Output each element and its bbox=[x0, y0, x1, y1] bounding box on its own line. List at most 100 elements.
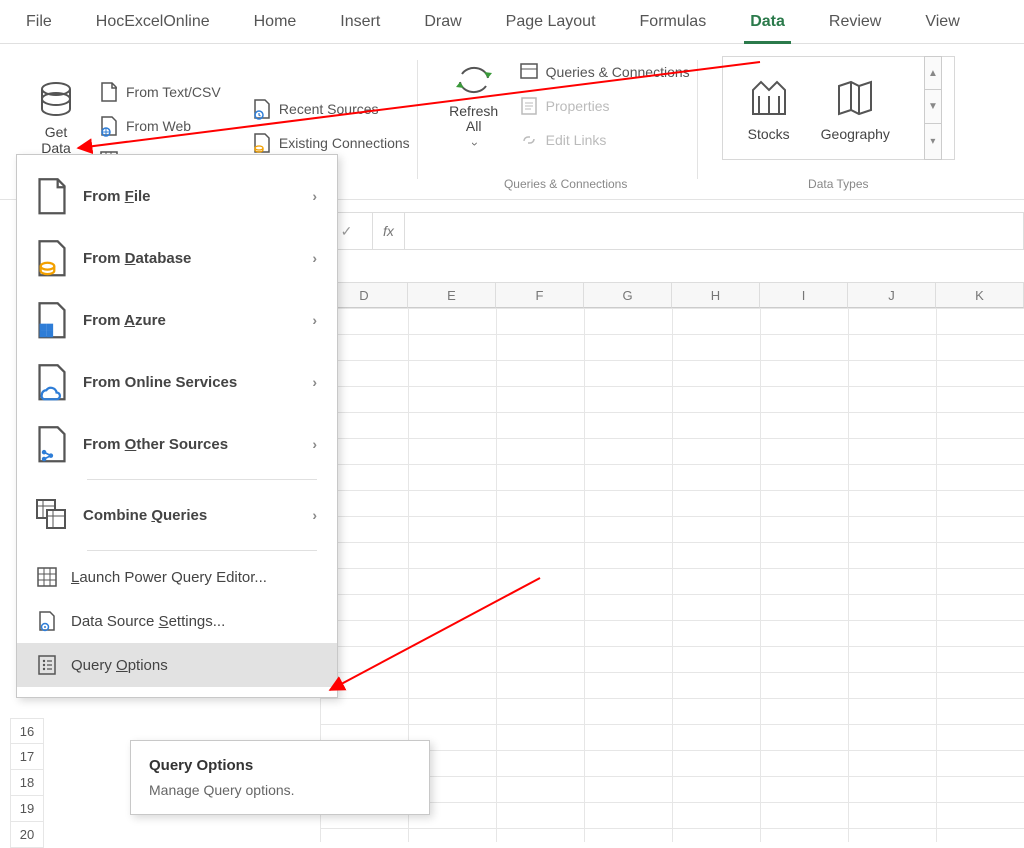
ribbon-group-queries-connections: Refresh All Queries & Connections Proper… bbox=[434, 56, 698, 193]
options-icon bbox=[35, 653, 59, 677]
col-header-h[interactable]: H bbox=[672, 282, 760, 308]
ribbon-group-data-types: Stocks Geography ▲ ▼ ▾ Data Types bbox=[714, 56, 963, 193]
edit-links-button: Edit Links bbox=[518, 126, 690, 154]
col-header-j[interactable]: J bbox=[848, 282, 936, 308]
power-query-icon bbox=[35, 565, 59, 589]
chevron-right-icon: › bbox=[312, 312, 317, 328]
menu-launch-power-query-label: Launch Power Query Editor... bbox=[71, 569, 267, 586]
refresh-icon bbox=[456, 60, 492, 100]
menu-from-other-sources[interactable]: From Other Sources › bbox=[17, 413, 337, 475]
formula-input[interactable] bbox=[405, 213, 1023, 249]
tab-home[interactable]: Home bbox=[248, 5, 303, 44]
stocks-label: Stocks bbox=[748, 126, 790, 142]
data-types-group-label: Data Types bbox=[808, 177, 868, 193]
fx-label[interactable]: fx bbox=[373, 213, 405, 249]
tab-insert[interactable]: Insert bbox=[334, 5, 386, 44]
file-azure-icon bbox=[35, 303, 69, 337]
menu-from-file[interactable]: From File › bbox=[17, 165, 337, 227]
existing-connections-label: Existing Connections bbox=[279, 135, 410, 151]
recent-sources-button[interactable]: Recent Sources bbox=[251, 95, 410, 123]
properties-button: Properties bbox=[518, 92, 690, 120]
row-headers: 16 17 18 19 20 bbox=[10, 718, 44, 848]
row-header-18[interactable]: 18 bbox=[10, 770, 44, 796]
tab-data[interactable]: Data bbox=[744, 5, 791, 44]
qc-small-list: Queries & Connections Properties Edit Li… bbox=[518, 56, 690, 154]
tooltip-title: Query Options bbox=[149, 757, 411, 774]
menu-separator bbox=[87, 479, 317, 480]
tab-hocexcelonline[interactable]: HocExcelOnline bbox=[90, 5, 216, 44]
tooltip-body: Manage Query options. bbox=[149, 782, 411, 798]
stocks-button[interactable]: Stocks bbox=[745, 74, 793, 142]
globe-icon bbox=[98, 115, 120, 137]
menu-combine-queries[interactable]: Combine Queries › bbox=[17, 484, 337, 546]
gallery-up-button[interactable]: ▲ bbox=[924, 56, 942, 90]
gallery-down-button[interactable]: ▼ bbox=[924, 90, 942, 124]
row-header-19[interactable]: 19 bbox=[10, 796, 44, 822]
queries-connections-label: Queries & Connections bbox=[546, 64, 690, 80]
file-cloud-icon bbox=[35, 365, 69, 399]
properties-label: Properties bbox=[546, 98, 610, 114]
col-header-f[interactable]: F bbox=[496, 282, 584, 308]
tab-view[interactable]: View bbox=[919, 5, 965, 44]
row-header-17[interactable]: 17 bbox=[10, 744, 44, 770]
from-web-label: From Web bbox=[126, 118, 191, 134]
menu-launch-power-query[interactable]: Launch Power Query Editor... bbox=[17, 555, 337, 599]
row-header-16[interactable]: 16 bbox=[10, 718, 44, 744]
ribbon-tabs: File HocExcelOnline Home Insert Draw Pag… bbox=[0, 0, 1024, 44]
menu-separator bbox=[87, 550, 317, 551]
qc-group-label: Queries & Connections bbox=[504, 177, 627, 193]
menu-from-online-services[interactable]: From Online Services › bbox=[17, 351, 337, 413]
menu-from-azure[interactable]: From Azure › bbox=[17, 289, 337, 351]
queries-connections-button[interactable]: Queries & Connections bbox=[518, 58, 690, 86]
tab-file[interactable]: File bbox=[20, 5, 58, 44]
geography-button[interactable]: Geography bbox=[821, 74, 890, 142]
check-icon[interactable]: ✓ bbox=[341, 223, 353, 240]
chevron-right-icon: › bbox=[312, 188, 317, 204]
link-icon bbox=[518, 129, 540, 151]
recent-sources-label: Recent Sources bbox=[279, 101, 379, 117]
row-header-20[interactable]: 20 bbox=[10, 822, 44, 848]
menu-data-source-settings-label: Data Source Settings... bbox=[71, 613, 225, 630]
tab-formulas[interactable]: Formulas bbox=[634, 5, 713, 44]
menu-from-database-label: From Database bbox=[83, 250, 191, 267]
existing-connections-button[interactable]: Existing Connections bbox=[251, 129, 410, 157]
tab-review[interactable]: Review bbox=[823, 5, 887, 44]
chevron-right-icon: › bbox=[312, 374, 317, 390]
connection-icon bbox=[251, 132, 273, 154]
stocks-icon bbox=[745, 74, 793, 122]
data-types-gallery: Stocks Geography ▲ ▼ ▾ bbox=[722, 56, 955, 160]
file-other-icon bbox=[35, 427, 69, 461]
clock-icon bbox=[251, 98, 273, 120]
menu-combine-queries-label: Combine Queries bbox=[83, 507, 207, 524]
menu-query-options[interactable]: Query Options bbox=[17, 643, 337, 687]
tab-page-layout[interactable]: Page Layout bbox=[500, 5, 602, 44]
from-text-csv-label: From Text/CSV bbox=[126, 84, 221, 100]
settings-icon bbox=[35, 609, 59, 633]
map-icon bbox=[831, 74, 879, 122]
menu-from-other-sources-label: From Other Sources bbox=[83, 436, 228, 453]
refresh-all-button[interactable]: Refresh All bbox=[442, 56, 506, 154]
col-header-e[interactable]: E bbox=[408, 282, 496, 308]
col-header-k[interactable]: K bbox=[936, 282, 1024, 308]
col-header-i[interactable]: I bbox=[760, 282, 848, 308]
from-web-button[interactable]: From Web bbox=[98, 112, 241, 140]
gallery-more-button[interactable]: ▾ bbox=[924, 124, 942, 160]
tab-draw[interactable]: Draw bbox=[418, 5, 467, 44]
get-transform-small-list2: Recent Sources Existing Connections bbox=[251, 93, 410, 157]
chevron-right-icon: › bbox=[312, 507, 317, 523]
column-headers: D E F G H I J K bbox=[320, 282, 1024, 308]
col-header-g[interactable]: G bbox=[584, 282, 672, 308]
formula-bar: ✓ fx bbox=[320, 212, 1024, 250]
from-text-csv-button[interactable]: From Text/CSV bbox=[98, 78, 241, 106]
chevron-right-icon: › bbox=[312, 436, 317, 452]
database-icon bbox=[38, 81, 74, 121]
query-options-tooltip: Query Options Manage Query options. bbox=[130, 740, 430, 815]
file-text-icon bbox=[98, 81, 120, 103]
menu-data-source-settings[interactable]: Data Source Settings... bbox=[17, 599, 337, 643]
file-db-icon bbox=[35, 241, 69, 275]
menu-from-online-services-label: From Online Services bbox=[83, 374, 237, 391]
combine-icon bbox=[35, 498, 69, 532]
chevron-down-icon bbox=[471, 135, 477, 151]
gallery-spinner: ▲ ▼ ▾ bbox=[924, 56, 942, 160]
menu-from-database[interactable]: From Database › bbox=[17, 227, 337, 289]
